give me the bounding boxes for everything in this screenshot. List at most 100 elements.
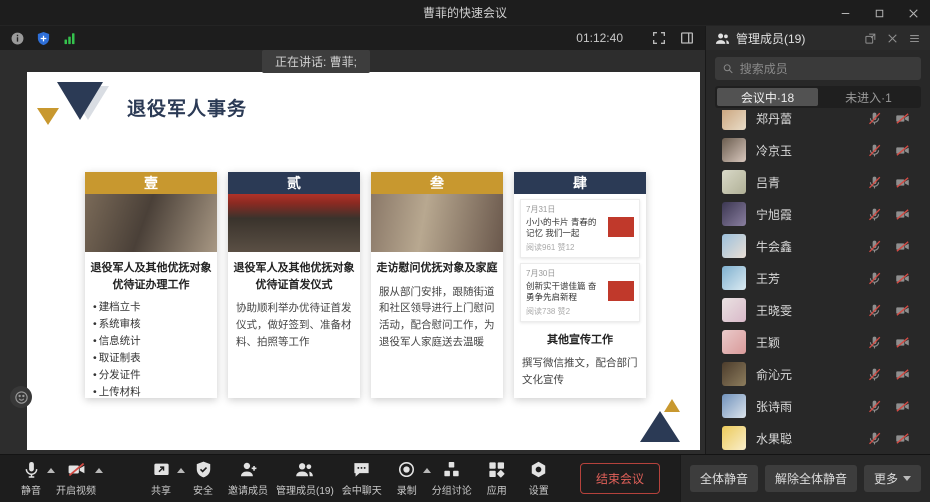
- mic-muted-icon[interactable]: [867, 399, 882, 414]
- meeting-app-window: 曹菲的快速会议 01:12:40 正在讲话: 曹菲;: [0, 0, 930, 502]
- toolbar-item[interactable]: 应用: [476, 458, 518, 499]
- camera-muted-icon[interactable]: [895, 207, 910, 222]
- member-row[interactable]: 王芳: [706, 262, 930, 294]
- camera-muted-icon[interactable]: [895, 399, 910, 414]
- record-icon: [397, 460, 416, 479]
- member-row[interactable]: 吕青: [706, 166, 930, 198]
- toolbar-item[interactable]: 会中聊天: [338, 458, 386, 499]
- card-3-photo: [371, 194, 503, 252]
- article-meta: 阅读738 赞2: [526, 306, 634, 317]
- reactions-button[interactable]: [10, 386, 32, 408]
- member-name: 王芳: [756, 270, 857, 287]
- meeting-info-icon[interactable]: [10, 31, 25, 46]
- bullet-item: 系统审核: [93, 316, 209, 333]
- shared-screen-stage: 正在讲话: 曹菲; 退役军人事务 壹 退役军人及其他优抚对: [0, 50, 705, 454]
- member-row[interactable]: 俞沁元: [706, 358, 930, 390]
- member-row[interactable]: 王颖: [706, 326, 930, 358]
- card-2-body: 协助顺利举办优待证首发仪式，做好签到、准备材料、拍照等工作: [228, 297, 360, 353]
- toolbar-item[interactable]: 录制: [386, 458, 428, 499]
- toolbar-item[interactable]: 安全: [182, 458, 224, 499]
- member-row[interactable]: 王晓雯: [706, 294, 930, 326]
- user-plus-icon: [239, 460, 258, 479]
- toolbar-item[interactable]: 共享: [140, 458, 182, 499]
- network-signal-icon[interactable]: [62, 31, 77, 46]
- toolbar-item[interactable]: 设置: [518, 458, 560, 499]
- camera-muted-icon[interactable]: [895, 271, 910, 286]
- avatar: [722, 234, 746, 258]
- card-1-photo: [85, 194, 217, 252]
- member-row[interactable]: 宁旭霞: [706, 198, 930, 230]
- layout-toggle-icon[interactable]: [679, 30, 695, 46]
- avatar: [722, 202, 746, 226]
- slide-logo-triangles: [35, 82, 125, 134]
- slide-corner-triangles: [640, 400, 686, 442]
- mic-muted-icon[interactable]: [867, 143, 882, 158]
- article-meta: 阅读961 赞12: [526, 242, 634, 253]
- member-row[interactable]: 水果聪: [706, 422, 930, 454]
- member-row[interactable]: 冷京玉: [706, 134, 930, 166]
- settings-icon: [529, 460, 548, 479]
- unmute-all-button[interactable]: 解除全体静音: [765, 465, 857, 492]
- tab-in-meeting[interactable]: 会议中·18: [717, 88, 818, 106]
- toolbar-item[interactable]: 管理成员(19): [272, 458, 338, 499]
- popout-panel-icon[interactable]: [864, 32, 877, 45]
- slide-cards: 壹 退役军人及其他优抚对象优待证办理工作 建档立卡系统审核信息统计取证制表分发证…: [85, 172, 646, 398]
- more-button[interactable]: 更多: [864, 465, 921, 492]
- mic-muted-icon[interactable]: [867, 303, 882, 318]
- camera-muted-icon[interactable]: [895, 175, 910, 190]
- toolbar-item[interactable]: 静音: [10, 458, 52, 499]
- camera-muted-icon[interactable]: [895, 143, 910, 158]
- fullscreen-icon[interactable]: [651, 30, 667, 46]
- toolbar-item[interactable]: 开启视频: [52, 458, 100, 499]
- card-3-body: 服从部门安排，跟随街道和社区领导进行上门慰问活动，配合慰问工作，为退役军人家庭送…: [371, 281, 503, 354]
- toolbar-item[interactable]: 邀请成员: [224, 458, 272, 499]
- share-screen-icon: [152, 460, 171, 479]
- camera-muted-icon[interactable]: [895, 367, 910, 382]
- wechat-article-preview: 7月31日 小小的卡片 青春的记忆 我们一起发“证”——高新开发区退役军人科… …: [520, 199, 640, 258]
- member-row[interactable]: 郑丹蕾: [706, 110, 930, 134]
- search-input[interactable]: [740, 62, 914, 76]
- camera-muted-icon[interactable]: [895, 431, 910, 446]
- close-panel-icon[interactable]: [886, 32, 899, 45]
- tab-not-joined[interactable]: 未进入·1: [818, 88, 919, 106]
- member-name: 张诗雨: [756, 398, 857, 415]
- toolbar-item-label: 会中聊天: [342, 482, 382, 497]
- shield-protect-icon[interactable]: [36, 31, 51, 46]
- toolbar-item[interactable]: 分组讨论: [428, 458, 476, 499]
- camera-muted-icon[interactable]: [895, 335, 910, 350]
- mic-muted-icon[interactable]: [867, 207, 882, 222]
- camera-muted-icon[interactable]: [895, 239, 910, 254]
- slide-card-4: 肆 7月31日 小小的卡片 青春的记忆 我们一起发“证”——高新开发区退役军人科…: [514, 172, 646, 398]
- member-row[interactable]: 张诗雨: [706, 390, 930, 422]
- minimize-button[interactable]: [828, 0, 862, 26]
- card-4-number: 肆: [514, 172, 646, 194]
- member-name: 王晓雯: [756, 302, 857, 319]
- mic-muted-icon[interactable]: [867, 367, 882, 382]
- caret-up-icon[interactable]: [95, 468, 103, 473]
- card-2-title: 退役军人及其他优抚对象优待证首发仪式: [228, 252, 360, 297]
- member-name: 王颖: [756, 334, 857, 351]
- mute-all-button[interactable]: 全体静音: [690, 465, 758, 492]
- end-meeting-button[interactable]: 结束会议: [580, 463, 660, 494]
- card-2-photo: [228, 194, 360, 252]
- panel-menu-icon[interactable]: [908, 32, 921, 45]
- maximize-button[interactable]: [862, 0, 896, 26]
- mic-muted-icon[interactable]: [867, 335, 882, 350]
- mic-muted-icon[interactable]: [867, 175, 882, 190]
- close-button[interactable]: [896, 0, 930, 26]
- mic-muted-icon[interactable]: [867, 271, 882, 286]
- members-panel-header: 管理成员(19): [706, 26, 930, 50]
- camera-muted-icon[interactable]: [895, 111, 910, 126]
- toolbar-item-label: 设置: [529, 482, 549, 497]
- member-name: 俞沁元: [756, 366, 857, 383]
- member-name: 吕青: [756, 174, 857, 191]
- member-list: 郑丹蕾 冷京玉: [706, 110, 930, 454]
- toolbar-item-label: 开启视频: [56, 482, 96, 497]
- member-row[interactable]: 牛会鑫: [706, 230, 930, 262]
- member-tabs: 会议中·18 未进入·1: [715, 86, 921, 108]
- member-name: 水果聪: [756, 430, 857, 447]
- camera-muted-icon[interactable]: [895, 303, 910, 318]
- mic-muted-icon[interactable]: [867, 239, 882, 254]
- mic-muted-icon[interactable]: [867, 111, 882, 126]
- mic-muted-icon[interactable]: [867, 431, 882, 446]
